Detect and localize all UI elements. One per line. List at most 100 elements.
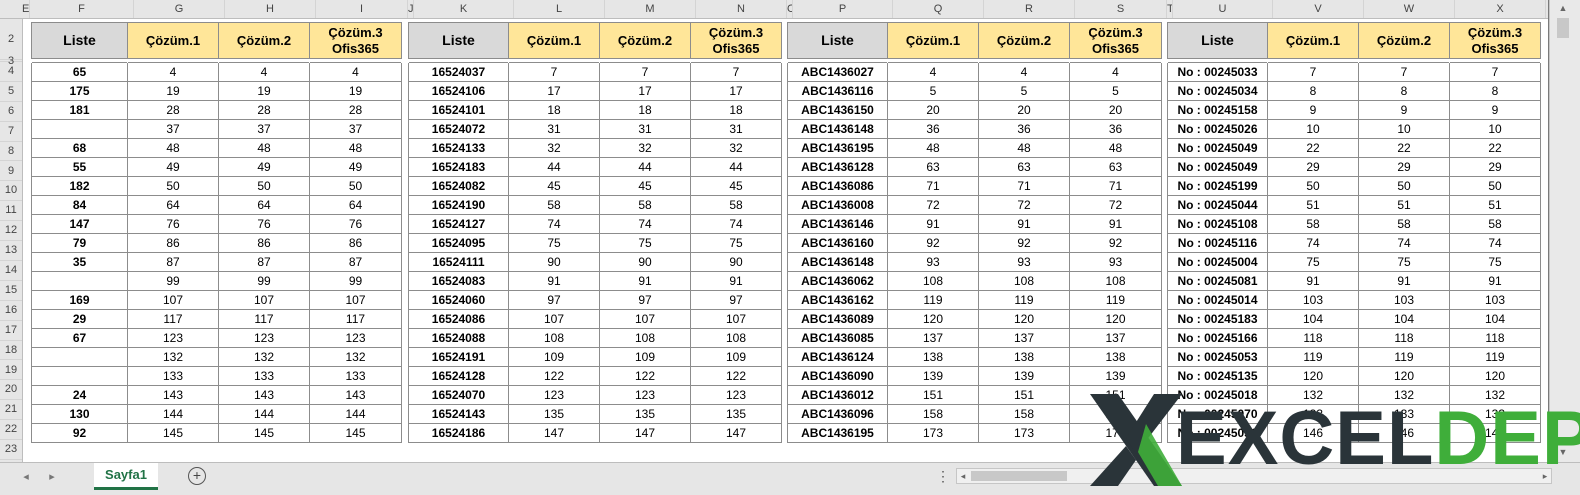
cozum-2-cell[interactable]: 135 bbox=[599, 404, 691, 424]
cozum-3-cell[interactable]: 32 bbox=[690, 138, 782, 158]
column-header-r[interactable]: R bbox=[984, 0, 1075, 18]
cozum-1-cell[interactable]: 5 bbox=[887, 81, 979, 101]
column-header-e[interactable]: E bbox=[22, 0, 30, 18]
liste-cell[interactable]: 169 bbox=[31, 290, 128, 310]
cozum-1-cell[interactable]: 91 bbox=[508, 271, 600, 291]
liste-cell[interactable]: No : 00245044 bbox=[1167, 195, 1268, 215]
cozum-3-cell[interactable]: 75 bbox=[690, 233, 782, 253]
cozum-2-cell[interactable]: 75 bbox=[599, 233, 691, 253]
liste-cell[interactable]: 16524127 bbox=[408, 214, 509, 234]
liste-cell[interactable]: ABC1436148 bbox=[787, 252, 888, 272]
cozum-1-cell[interactable]: 138 bbox=[887, 347, 979, 367]
cozum-3-cell[interactable]: 71 bbox=[1069, 176, 1162, 196]
liste-cell[interactable] bbox=[31, 271, 128, 291]
cozum-2-cell[interactable]: 58 bbox=[1358, 214, 1450, 234]
cozum-3-cell[interactable]: 58 bbox=[1449, 214, 1541, 234]
cozum-3-cell[interactable]: 7 bbox=[690, 62, 782, 82]
cozum-1-cell[interactable]: 45 bbox=[508, 176, 600, 196]
cozum-2-cell[interactable]: 146 bbox=[1358, 423, 1450, 443]
cozum-1-cell[interactable]: 173 bbox=[887, 423, 979, 443]
row-header-17[interactable]: 17 bbox=[0, 321, 22, 341]
cozum-1-cell[interactable]: 44 bbox=[508, 157, 600, 177]
liste-cell[interactable]: No : 00245056 bbox=[1167, 423, 1268, 443]
liste-cell[interactable]: 67 bbox=[31, 328, 128, 348]
cozum-3-cell[interactable]: 123 bbox=[309, 328, 402, 348]
cozum-2-cell[interactable]: 147 bbox=[599, 423, 691, 443]
header-cozum-1[interactable]: Çözüm.1 bbox=[887, 22, 979, 59]
cozum-2-cell[interactable]: 138 bbox=[978, 347, 1070, 367]
liste-cell[interactable] bbox=[31, 347, 128, 367]
cozum-1-cell[interactable]: 97 bbox=[508, 290, 600, 310]
cozum-2-cell[interactable]: 107 bbox=[599, 309, 691, 329]
cozum-2-cell[interactable]: 49 bbox=[218, 157, 310, 177]
liste-cell[interactable]: 175 bbox=[31, 81, 128, 101]
cozum-3-cell[interactable]: 103 bbox=[1449, 290, 1541, 310]
liste-cell[interactable]: 16524186 bbox=[408, 423, 509, 443]
cozum-2-cell[interactable]: 18 bbox=[599, 100, 691, 120]
cozum-1-cell[interactable]: 29 bbox=[1267, 157, 1359, 177]
worksheet[interactable]: EFGHIJKLMNOPQRSTUVWXY 234567891011121314… bbox=[0, 0, 1548, 462]
cozum-3-cell[interactable]: 72 bbox=[1069, 195, 1162, 215]
cozum-2-cell[interactable]: 132 bbox=[218, 347, 310, 367]
column-header-s[interactable]: S bbox=[1075, 0, 1167, 18]
cozum-3-cell[interactable]: 37 bbox=[309, 119, 402, 139]
row-header-10[interactable]: 10 bbox=[0, 181, 22, 202]
liste-cell[interactable]: No : 00245018 bbox=[1167, 385, 1268, 405]
cozum-1-cell[interactable]: 93 bbox=[887, 252, 979, 272]
cozum-1-cell[interactable]: 103 bbox=[1267, 290, 1359, 310]
cozum-2-cell[interactable]: 86 bbox=[218, 233, 310, 253]
cozum-2-cell[interactable]: 50 bbox=[218, 176, 310, 196]
header-liste[interactable]: Liste bbox=[1167, 22, 1268, 59]
row-header-18[interactable]: 18 bbox=[0, 341, 22, 361]
cozum-1-cell[interactable]: 63 bbox=[887, 157, 979, 177]
liste-cell[interactable]: 147 bbox=[31, 214, 128, 234]
cozum-1-cell[interactable]: 58 bbox=[1267, 214, 1359, 234]
cell-grid[interactable]: Liste Çözüm.1 Çözüm.2 Çözüm.3 Ofis365 65 4 4 4 1… bbox=[23, 19, 1548, 462]
more-options-icon[interactable]: ⋮ bbox=[936, 468, 950, 485]
cozum-3-cell[interactable]: 36 bbox=[1069, 119, 1162, 139]
cozum-1-cell[interactable]: 139 bbox=[887, 366, 979, 386]
cozum-3-cell[interactable]: 48 bbox=[1069, 138, 1162, 158]
cozum-3-cell[interactable]: 28 bbox=[309, 100, 402, 120]
liste-cell[interactable]: 16524037 bbox=[408, 62, 509, 82]
cozum-2-cell[interactable]: 173 bbox=[978, 423, 1070, 443]
cozum-1-cell[interactable]: 17 bbox=[508, 81, 600, 101]
cozum-1-cell[interactable]: 90 bbox=[508, 252, 600, 272]
cozum-2-cell[interactable]: 104 bbox=[1358, 309, 1450, 329]
column-header-q[interactable]: Q bbox=[893, 0, 984, 18]
cozum-3-cell[interactable]: 133 bbox=[309, 366, 402, 386]
column-header-g[interactable]: G bbox=[134, 0, 225, 18]
liste-cell[interactable]: ABC1436162 bbox=[787, 290, 888, 310]
cozum-3-cell[interactable]: 144 bbox=[309, 404, 402, 424]
cozum-3-cell[interactable]: 108 bbox=[690, 328, 782, 348]
liste-cell[interactable]: 84 bbox=[31, 195, 128, 215]
cozum-1-cell[interactable]: 143 bbox=[127, 385, 219, 405]
cozum-1-cell[interactable]: 4 bbox=[127, 62, 219, 82]
header-cozum-2[interactable]: Çözüm.2 bbox=[1358, 22, 1450, 59]
header-cozum-2[interactable]: Çözüm.2 bbox=[599, 22, 691, 59]
column-header-h[interactable]: H bbox=[225, 0, 316, 18]
plus-circle-icon[interactable]: + bbox=[188, 467, 206, 485]
row-header-5[interactable]: 5 bbox=[0, 82, 22, 102]
liste-cell[interactable]: ABC1436012 bbox=[787, 385, 888, 405]
liste-cell[interactable]: ABC1436195 bbox=[787, 423, 888, 443]
cozum-1-cell[interactable]: 9 bbox=[1267, 100, 1359, 120]
cozum-2-cell[interactable]: 72 bbox=[978, 195, 1070, 215]
cozum-3-cell[interactable]: 173 bbox=[1069, 423, 1162, 443]
liste-cell[interactable]: No : 00245116 bbox=[1167, 233, 1268, 253]
cozum-2-cell[interactable]: 108 bbox=[978, 271, 1070, 291]
cozum-2-cell[interactable]: 45 bbox=[599, 176, 691, 196]
cozum-3-cell[interactable]: 75 bbox=[1449, 252, 1541, 272]
cozum-1-cell[interactable]: 22 bbox=[1267, 138, 1359, 158]
cozum-1-cell[interactable]: 58 bbox=[508, 195, 600, 215]
cozum-2-cell[interactable]: 74 bbox=[1358, 233, 1450, 253]
cozum-3-cell[interactable]: 64 bbox=[309, 195, 402, 215]
cozum-1-cell[interactable]: 107 bbox=[508, 309, 600, 329]
cozum-1-cell[interactable]: 87 bbox=[127, 252, 219, 272]
cozum-1-cell[interactable]: 64 bbox=[127, 195, 219, 215]
cozum-3-cell[interactable]: 139 bbox=[1069, 366, 1162, 386]
cozum-2-cell[interactable]: 97 bbox=[599, 290, 691, 310]
cozum-1-cell[interactable]: 37 bbox=[127, 119, 219, 139]
liste-cell[interactable]: 29 bbox=[31, 309, 128, 329]
cozum-1-cell[interactable]: 137 bbox=[887, 328, 979, 348]
